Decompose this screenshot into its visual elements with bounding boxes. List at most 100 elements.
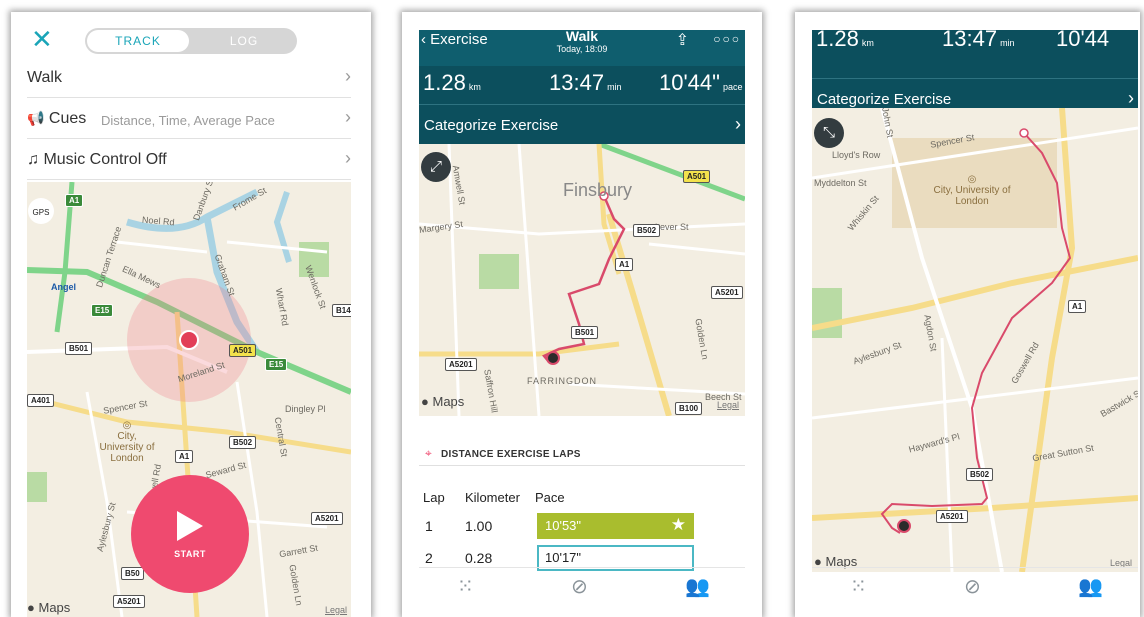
road-shield: B501 [571,326,599,339]
collapse-map-icon[interactable]: ⤡ [814,118,844,148]
community-icon[interactable]: 👥 [1078,574,1103,599]
expand-map-icon[interactable]: ⤢ [421,152,451,182]
cues-row[interactable]: 📢 Cues Distance, Time, Average Pace › [27,99,351,139]
track-screen: ✕ TRACK LOG Walk › 📢 Cues Distance, Time… [11,12,371,617]
col-header-pace: Pace [535,490,565,505]
col-header-km: Kilometer [465,490,520,505]
exercise-datetime: Today, 18:09 [556,44,608,54]
map-place: ◎ City, University of London [933,174,1011,207]
apple-maps-label: Maps [38,600,71,615]
road-shield: E15 [91,304,114,317]
lap-km: 1.00 [465,518,493,534]
road-shield: B502 [633,224,661,237]
stat-pace: 10'44" pace [659,70,743,95]
stats-bar: 1.28 km 13:47 min 10'44" pace [419,66,745,104]
bottom-tab-bar: ⁙ ⊘ 👥 [812,567,1138,617]
music-control-row[interactable]: ♫ Music Control Off › [27,140,351,180]
chevron-right-icon: › [345,107,351,127]
star-icon: ★ [670,515,686,534]
megaphone-icon: 📢 [27,110,45,126]
road-shield: A401 [27,394,55,407]
laps-title: DISTANCE EXERCISE LAPS [441,449,581,460]
road-shield: A1 [65,194,84,207]
dashboard-dots-icon[interactable]: ⁙ [457,574,474,599]
stat-distance: 1.28 km [816,26,874,51]
map-label: Finsbury [563,180,633,200]
exercise-header: ‹ Exercise Walk Today, 18:09 ⇪ ○○○ 1.28 k… [419,28,745,144]
map-label: FARRINGDON [527,376,598,386]
stat-pace: 10'44 [1056,26,1110,51]
route-map-expanded[interactable]: ⤡ Spencer St Lloyd's Row Myddelton St Wh… [812,108,1138,572]
apple-logo-icon: ● [421,394,429,409]
road-shield: A5201 [936,510,968,523]
play-icon [177,511,203,541]
exercise-title: Walk [565,28,599,44]
road-shield: B144 [332,304,351,317]
dashboard-dots-icon[interactable]: ⁙ [850,574,867,599]
gps-indicator: GPS [28,198,54,224]
lap-km: 0.28 [465,550,493,566]
road-shield: A5201 [711,286,743,299]
music-control-label: Music Control Off [43,151,167,168]
route-map[interactable]: ⤢ Finsbury FARRINGDON Amwell St Margery … [419,144,745,416]
apple-logo-icon: ● [27,600,35,615]
exercise-type-row[interactable]: Walk › [27,58,351,98]
chevron-right-icon: › [345,148,351,168]
col-header-lap: Lap [423,490,445,505]
laps-header: ⌖ DISTANCE EXERCISE LAPS [419,444,745,466]
cues-label: Cues [48,110,87,127]
apple-maps-label: Maps [432,394,465,409]
lap-number: 1 [425,518,433,534]
start-label: START [174,549,206,559]
road-shield: A5201 [445,358,477,371]
share-icon[interactable]: ⇪ [676,30,689,50]
chevron-right-icon: › [1128,88,1134,108]
lap-number: 2 [425,550,433,566]
university-icon: ◎ [122,420,132,431]
more-options-icon[interactable]: ○○○ [713,32,741,46]
compass-icon[interactable]: ⊘ [964,574,981,599]
legal-link[interactable]: Legal [717,400,739,410]
road-shield: E15 [265,358,288,371]
start-button[interactable]: START [131,475,249,593]
expanded-map-screen: 1.28 km 13:47 min 10'44 Categorize Exercis… [795,12,1140,617]
stat-duration: 13:47 min [942,26,1015,51]
map-place: ◎ City, University of London [99,420,155,464]
road-shield: B502 [966,468,994,481]
community-icon[interactable]: 👥 [685,574,710,599]
stat-distance: 1.28 km [423,70,481,95]
close-icon[interactable]: ✕ [31,26,53,52]
stat-duration: 13:47 min [549,70,622,95]
road-shield: B501 [65,342,93,355]
road-shield: B50 [121,567,144,580]
map-label: Lloyd's Row [832,150,881,160]
road-shield: B100 [675,402,703,415]
bottom-tab-bar: ⁙ ⊘ 👥 [419,567,745,617]
lap-pace-best: 10'53" ★ [537,513,694,539]
stats-bar: 1.28 km 13:47 min 10'44 [812,22,1138,52]
road-shield: A1 [175,450,194,463]
music-note-icon: ♫ [27,151,39,168]
university-icon: ◎ [967,174,977,185]
map-label: Dingley Pl [285,404,326,414]
categorize-label: Categorize Exercise [817,91,952,108]
compass-icon[interactable]: ⊘ [571,574,588,599]
road-shield: A501 [229,344,257,357]
tab-track[interactable]: TRACK [87,30,189,52]
exercise-detail-screen: ‹ Exercise Walk Today, 18:09 ⇪ ○○○ 1.28 k… [402,12,762,617]
legal-link[interactable]: Legal [325,605,347,615]
road-shield: A1 [1068,300,1087,313]
map-label: Angel [51,282,77,292]
location-pin-icon: ⌖ [425,446,432,460]
track-log-segmented-control: TRACK LOG [85,28,297,54]
exercise-type-label: Walk [27,69,62,86]
categorize-label: Categorize Exercise [424,117,559,134]
chevron-right-icon: › [345,66,351,86]
road-shield: A1 [615,258,634,271]
cues-subtitle: Distance, Time, Average Pace [101,113,275,128]
road-shield: B502 [229,436,257,449]
road-shield: A5201 [113,595,145,608]
road-shield: A501 [683,170,711,183]
tab-log[interactable]: LOG [191,28,297,54]
categorize-exercise-row[interactable]: Categorize Exercise › [419,104,745,144]
